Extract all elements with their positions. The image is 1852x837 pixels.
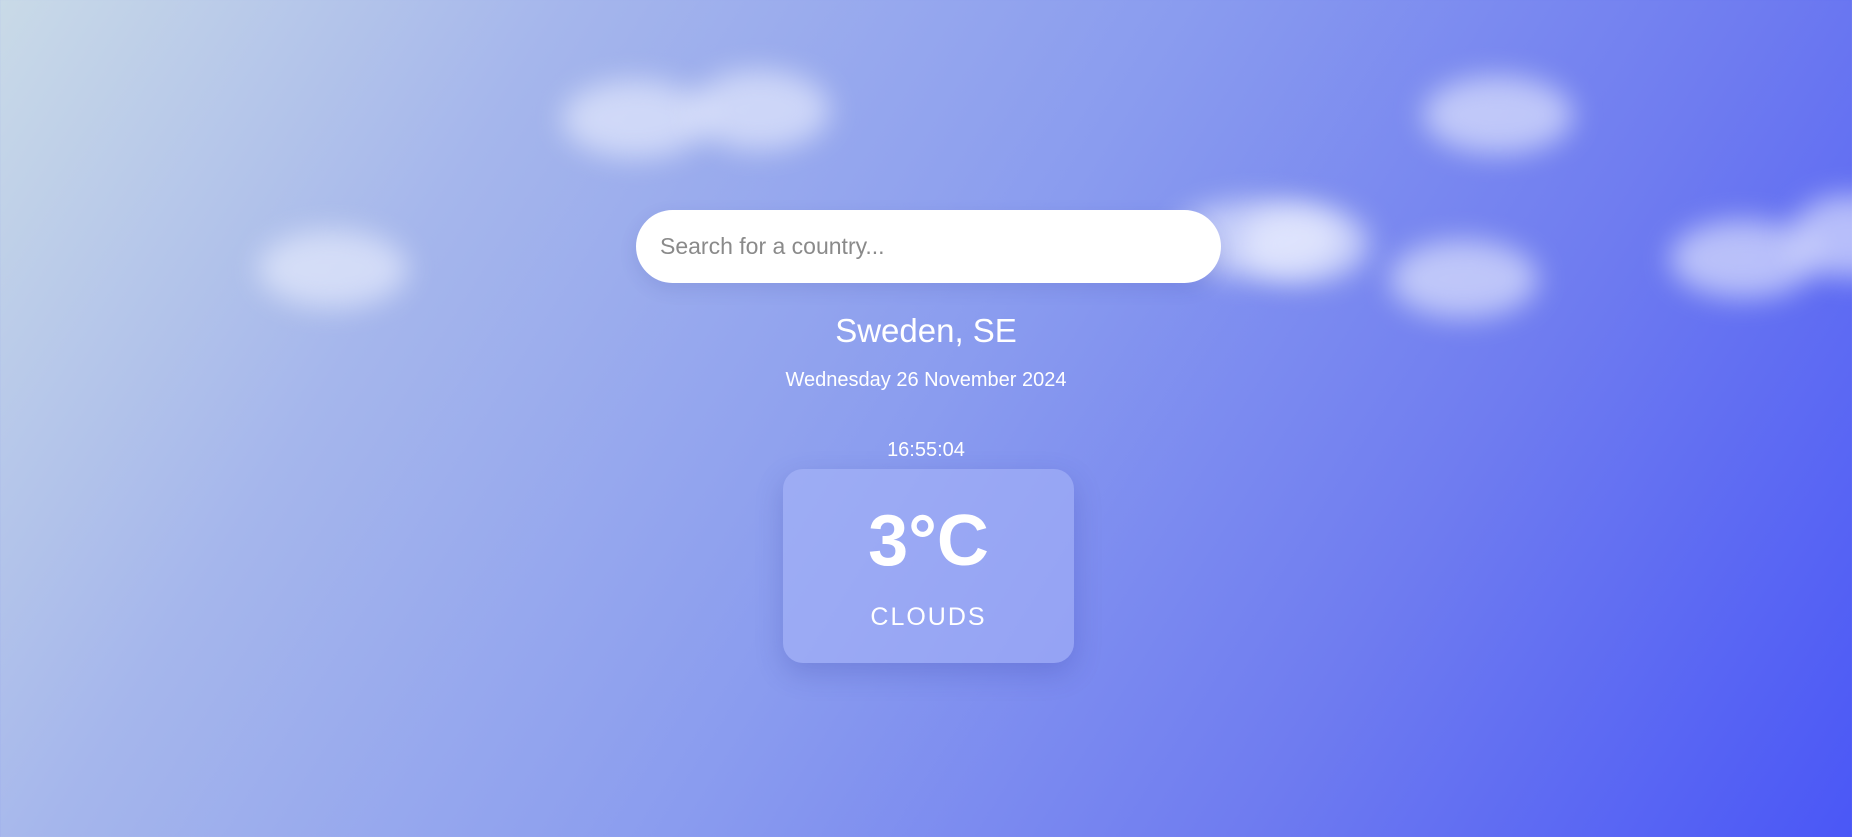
search-input[interactable] <box>636 210 1221 283</box>
location-title: Sweden, SE <box>835 312 1017 349</box>
cloud-decoration <box>1423 76 1573 154</box>
cloud-decoration <box>258 230 408 308</box>
temperature-value: 3°C <box>868 501 989 581</box>
weather-card: 3°C CLOUDS <box>783 469 1074 663</box>
cloud-decoration <box>562 80 710 158</box>
cloud-decoration <box>1390 240 1538 318</box>
date-label: Wednesday 26 November 2024 <box>785 369 1067 391</box>
cloud-decoration <box>1240 205 1370 283</box>
cloud-decoration <box>690 70 830 150</box>
time-label: 16:55:04 <box>887 439 965 461</box>
weather-condition: CLOUDS <box>870 603 987 631</box>
search-bar <box>636 210 1221 283</box>
